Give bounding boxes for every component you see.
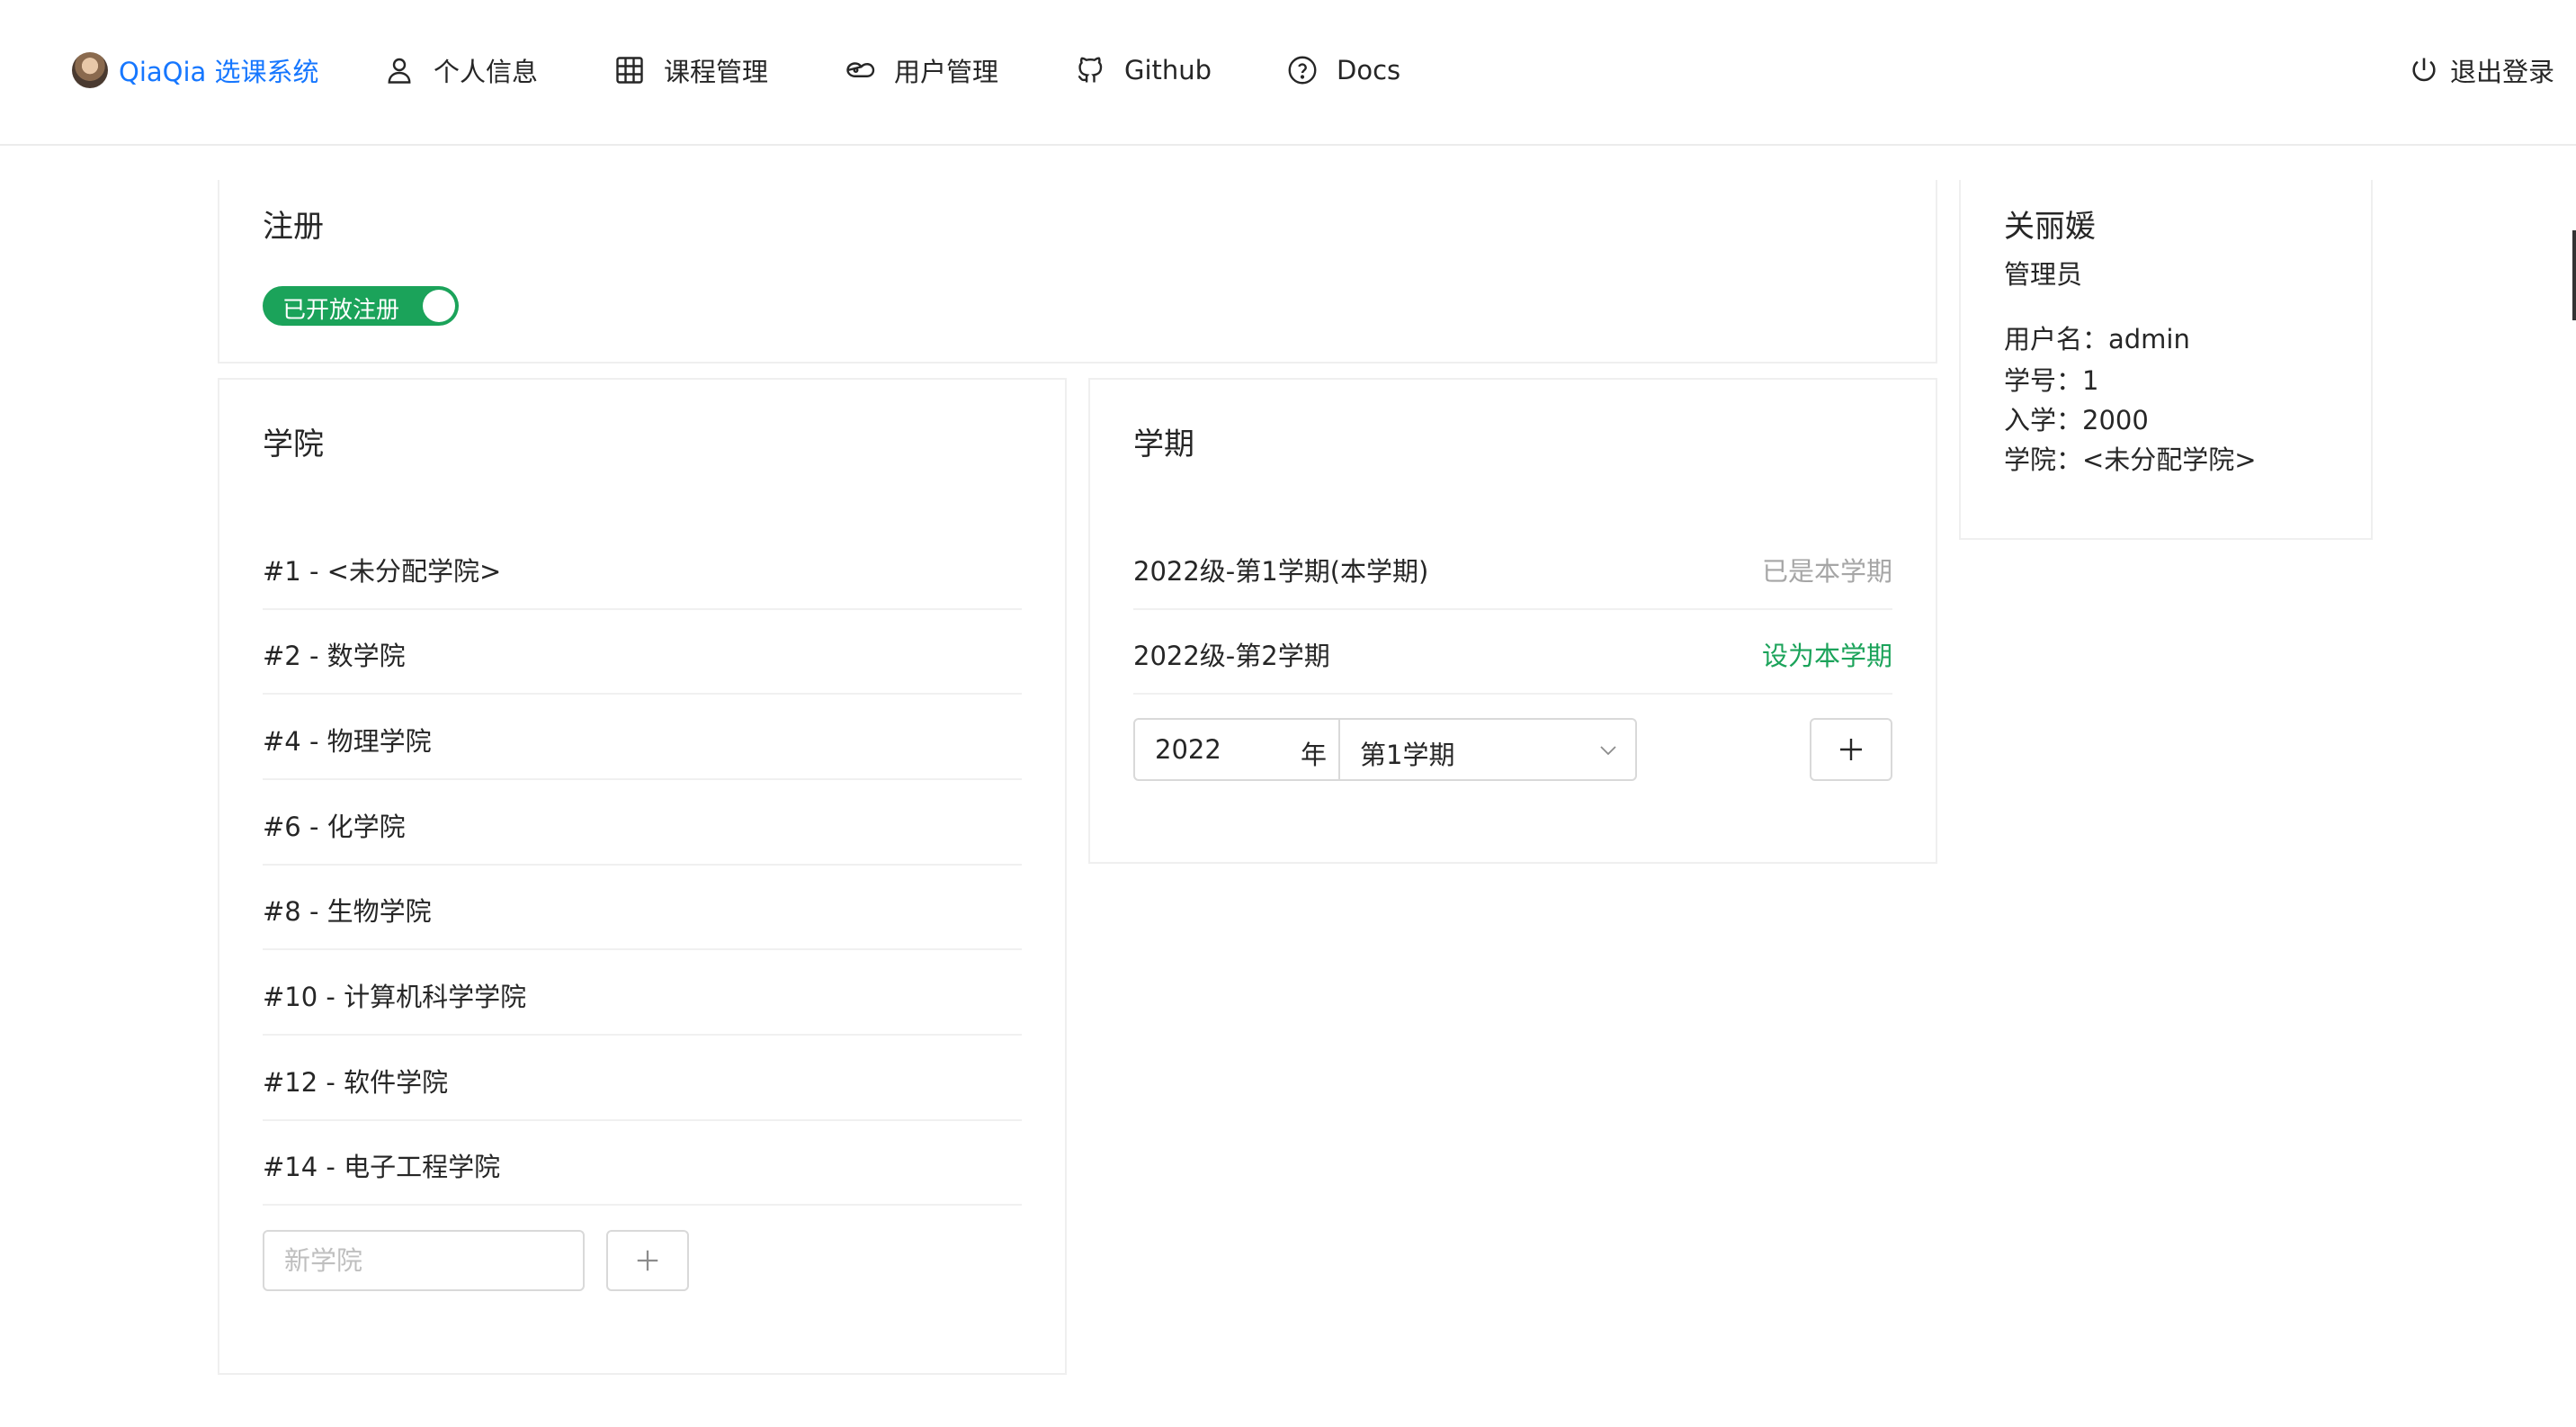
nav-label: 课程管理 <box>664 57 769 87</box>
nav-item-docs[interactable]: Docs <box>1286 50 1400 90</box>
add-college-button[interactable] <box>606 1230 689 1291</box>
registration-toggle[interactable]: 已开放注册 <box>263 286 459 326</box>
semester-row: 2022级-第1学期(本学期) 已是本学期 <box>1133 525 1892 610</box>
divider <box>1338 720 1340 779</box>
plus-icon <box>637 1250 658 1271</box>
college-name: #6 - 化学院 <box>263 812 406 842</box>
nav-item-github[interactable]: Github <box>1074 50 1212 90</box>
question-icon <box>1288 56 1317 85</box>
table-icon <box>616 57 643 84</box>
college-name: #4 - 物理学院 <box>263 726 432 757</box>
set-current-semester-link[interactable]: 设为本学期 <box>1762 635 1892 673</box>
github-icon <box>1078 57 1103 83</box>
nav-item-courses[interactable]: 课程管理 <box>613 50 768 90</box>
colleges-title: 学院 <box>263 426 324 462</box>
college-row: #8 - 生物学院 <box>263 866 1022 950</box>
college-name: #12 - 软件学院 <box>263 1067 449 1098</box>
profile-role: 管理员 <box>2004 259 2083 290</box>
college-row: #4 - 物理学院 <box>263 696 1022 780</box>
college-name: #8 - 生物学院 <box>263 896 432 927</box>
new-semester-input-group: 2022 年 第1学期 <box>1133 718 1637 781</box>
toggle-label: 已开放注册 <box>282 297 400 324</box>
plus-icon <box>1840 739 1862 760</box>
users-icon <box>846 62 875 77</box>
semester-row: 2022级-第2学期 设为本学期 <box>1133 610 1892 695</box>
registration-card <box>218 180 1937 363</box>
nav-label: Docs <box>1337 55 1401 85</box>
current-semester-status: 已是本学期 <box>1761 556 1892 587</box>
avatar <box>72 52 108 88</box>
college-name: #2 - 数学院 <box>263 641 406 671</box>
profile-name: 关丽媛 <box>2004 209 2096 245</box>
brand-title: QiaQia 选课系统 <box>119 57 319 87</box>
college-row: #2 - 数学院 <box>263 610 1022 695</box>
college-row: #1 - <未分配学院> <box>263 525 1022 610</box>
logout-button[interactable]: 退出登录 <box>2409 50 2554 90</box>
college-row: #10 - 计算机科学学院 <box>263 951 1022 1036</box>
logout-label: 退出登录 <box>2449 57 2554 87</box>
nav-label: 个人信息 <box>434 57 539 87</box>
profile-college: 学院：<未分配学院> <box>2004 444 2257 475</box>
user-icon <box>388 58 411 84</box>
profile-enrollment: 入学：2000 <box>2004 405 2149 435</box>
toggle-knob <box>423 290 455 322</box>
chevron-down-icon[interactable] <box>1597 740 1619 761</box>
semester-name: 2022级-第1学期(本学期) <box>1133 556 1429 587</box>
new-college-input[interactable] <box>263 1230 585 1291</box>
nav-label: 用户管理 <box>894 57 999 87</box>
semesters-title: 学期 <box>1133 426 1194 462</box>
top-navbar: QiaQia 选课系统 个人信息 课程管理 用户管理 Github Docs 退… <box>0 0 2576 146</box>
profile-username: 用户名：admin <box>2004 324 2190 355</box>
nav-item-profile[interactable]: 个人信息 <box>383 50 538 90</box>
nav-label: Github <box>1124 55 1212 85</box>
college-row: #14 - 电子工程学院 <box>263 1121 1022 1206</box>
college-row: #6 - 化学院 <box>263 781 1022 866</box>
college-name: #10 - 计算机科学学院 <box>263 982 527 1012</box>
semester-select[interactable]: 第1学期 <box>1360 734 1454 772</box>
year-input[interactable]: 2022 <box>1155 734 1221 765</box>
add-semester-button[interactable] <box>1810 718 1892 781</box>
college-row: #12 - 软件学院 <box>263 1037 1022 1121</box>
college-name: #14 - 电子工程学院 <box>263 1152 501 1182</box>
registration-title: 注册 <box>263 209 324 245</box>
nav-item-users[interactable]: 用户管理 <box>844 50 998 90</box>
profile-student-id: 学号：1 <box>2004 365 2099 396</box>
semester-name: 2022级-第2学期 <box>1133 641 1330 671</box>
brand-link[interactable]: QiaQia 选课系统 <box>72 50 319 90</box>
power-icon <box>2412 58 2436 82</box>
college-name: #1 - <未分配学院> <box>263 556 502 587</box>
scrollbar[interactable] <box>2572 230 2576 320</box>
year-suffix: 年 <box>1301 740 1328 770</box>
